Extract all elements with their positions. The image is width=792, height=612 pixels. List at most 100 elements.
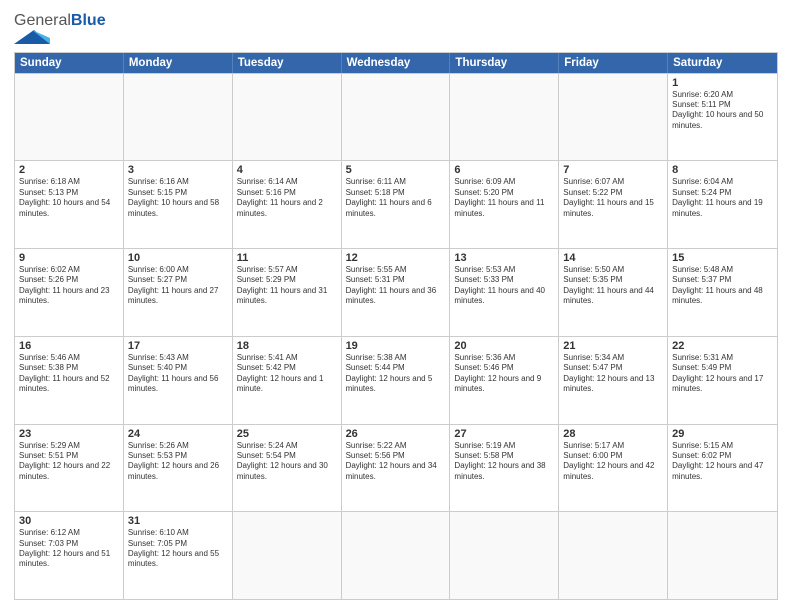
calendar-empty-cell (233, 512, 342, 599)
calendar-day-21: 21Sunrise: 5:34 AM Sunset: 5:47 PM Dayli… (559, 337, 668, 424)
day-info: Sunrise: 5:22 AM Sunset: 5:56 PM Dayligh… (346, 441, 446, 483)
calendar-week-6: 30Sunrise: 6:12 AM Sunset: 7:03 PM Dayli… (15, 511, 777, 599)
day-info: Sunrise: 5:46 AM Sunset: 5:38 PM Dayligh… (19, 353, 119, 395)
weekday-header-friday: Friday (559, 53, 668, 73)
day-info: Sunrise: 5:38 AM Sunset: 5:44 PM Dayligh… (346, 353, 446, 395)
calendar-day-10: 10Sunrise: 6:00 AM Sunset: 5:27 PM Dayli… (124, 249, 233, 336)
day-number: 24 (128, 428, 228, 440)
day-number: 18 (237, 340, 337, 352)
calendar-day-14: 14Sunrise: 5:50 AM Sunset: 5:35 PM Dayli… (559, 249, 668, 336)
calendar-day-12: 12Sunrise: 5:55 AM Sunset: 5:31 PM Dayli… (342, 249, 451, 336)
day-info: Sunrise: 6:10 AM Sunset: 7:05 PM Dayligh… (128, 528, 228, 570)
day-info: Sunrise: 6:12 AM Sunset: 7:03 PM Dayligh… (19, 528, 119, 570)
day-number: 19 (346, 340, 446, 352)
calendar-day-20: 20Sunrise: 5:36 AM Sunset: 5:46 PM Dayli… (450, 337, 559, 424)
day-info: Sunrise: 5:17 AM Sunset: 6:00 PM Dayligh… (563, 441, 663, 483)
calendar-week-5: 23Sunrise: 5:29 AM Sunset: 5:51 PM Dayli… (15, 424, 777, 512)
day-number: 25 (237, 428, 337, 440)
calendar-day-8: 8Sunrise: 6:04 AM Sunset: 5:24 PM Daylig… (668, 161, 777, 248)
calendar-day-7: 7Sunrise: 6:07 AM Sunset: 5:22 PM Daylig… (559, 161, 668, 248)
day-info: Sunrise: 5:34 AM Sunset: 5:47 PM Dayligh… (563, 353, 663, 395)
day-number: 4 (237, 164, 337, 176)
calendar-day-24: 24Sunrise: 5:26 AM Sunset: 5:53 PM Dayli… (124, 425, 233, 512)
weekday-header-thursday: Thursday (450, 53, 559, 73)
day-info: Sunrise: 5:41 AM Sunset: 5:42 PM Dayligh… (237, 353, 337, 395)
day-number: 12 (346, 252, 446, 264)
day-number: 9 (19, 252, 119, 264)
calendar-week-3: 9Sunrise: 6:02 AM Sunset: 5:26 PM Daylig… (15, 248, 777, 336)
calendar-day-25: 25Sunrise: 5:24 AM Sunset: 5:54 PM Dayli… (233, 425, 342, 512)
calendar-day-19: 19Sunrise: 5:38 AM Sunset: 5:44 PM Dayli… (342, 337, 451, 424)
day-info: Sunrise: 6:04 AM Sunset: 5:24 PM Dayligh… (672, 177, 773, 219)
calendar-day-23: 23Sunrise: 5:29 AM Sunset: 5:51 PM Dayli… (15, 425, 124, 512)
calendar-empty-cell (450, 512, 559, 599)
day-number: 23 (19, 428, 119, 440)
header: GeneralBlue (14, 12, 778, 44)
weekday-header-monday: Monday (124, 53, 233, 73)
calendar-day-18: 18Sunrise: 5:41 AM Sunset: 5:42 PM Dayli… (233, 337, 342, 424)
calendar-day-3: 3Sunrise: 6:16 AM Sunset: 5:15 PM Daylig… (124, 161, 233, 248)
calendar-day-30: 30Sunrise: 6:12 AM Sunset: 7:03 PM Dayli… (15, 512, 124, 599)
calendar-day-1: 1Sunrise: 6:20 AM Sunset: 5:11 PM Daylig… (668, 74, 777, 161)
calendar-empty-cell (233, 74, 342, 161)
calendar-day-28: 28Sunrise: 5:17 AM Sunset: 6:00 PM Dayli… (559, 425, 668, 512)
day-info: Sunrise: 5:29 AM Sunset: 5:51 PM Dayligh… (19, 441, 119, 483)
page: GeneralBlue SundayMondayTuesdayWednesday… (0, 0, 792, 612)
day-info: Sunrise: 6:09 AM Sunset: 5:20 PM Dayligh… (454, 177, 554, 219)
day-number: 22 (672, 340, 773, 352)
calendar-day-16: 16Sunrise: 5:46 AM Sunset: 5:38 PM Dayli… (15, 337, 124, 424)
calendar-day-9: 9Sunrise: 6:02 AM Sunset: 5:26 PM Daylig… (15, 249, 124, 336)
calendar-header: SundayMondayTuesdayWednesdayThursdayFrid… (15, 53, 777, 73)
calendar-day-15: 15Sunrise: 5:48 AM Sunset: 5:37 PM Dayli… (668, 249, 777, 336)
day-info: Sunrise: 6:07 AM Sunset: 5:22 PM Dayligh… (563, 177, 663, 219)
day-info: Sunrise: 6:20 AM Sunset: 5:11 PM Dayligh… (672, 90, 773, 132)
day-info: Sunrise: 5:48 AM Sunset: 5:37 PM Dayligh… (672, 265, 773, 307)
day-info: Sunrise: 6:00 AM Sunset: 5:27 PM Dayligh… (128, 265, 228, 307)
day-number: 16 (19, 340, 119, 352)
day-info: Sunrise: 5:19 AM Sunset: 5:58 PM Dayligh… (454, 441, 554, 483)
day-info: Sunrise: 5:53 AM Sunset: 5:33 PM Dayligh… (454, 265, 554, 307)
day-number: 31 (128, 515, 228, 527)
calendar-day-31: 31Sunrise: 6:10 AM Sunset: 7:05 PM Dayli… (124, 512, 233, 599)
calendar-day-26: 26Sunrise: 5:22 AM Sunset: 5:56 PM Dayli… (342, 425, 451, 512)
day-number: 30 (19, 515, 119, 527)
day-info: Sunrise: 6:11 AM Sunset: 5:18 PM Dayligh… (346, 177, 446, 219)
day-number: 29 (672, 428, 773, 440)
calendar-day-13: 13Sunrise: 5:53 AM Sunset: 5:33 PM Dayli… (450, 249, 559, 336)
day-number: 6 (454, 164, 554, 176)
logo-blue: Blue (71, 12, 106, 29)
day-number: 15 (672, 252, 773, 264)
day-info: Sunrise: 5:50 AM Sunset: 5:35 PM Dayligh… (563, 265, 663, 307)
calendar-empty-cell (342, 512, 451, 599)
day-number: 10 (128, 252, 228, 264)
day-info: Sunrise: 6:18 AM Sunset: 5:13 PM Dayligh… (19, 177, 119, 219)
calendar-day-11: 11Sunrise: 5:57 AM Sunset: 5:29 PM Dayli… (233, 249, 342, 336)
calendar: SundayMondayTuesdayWednesdayThursdayFrid… (14, 52, 778, 600)
calendar-empty-cell (15, 74, 124, 161)
day-info: Sunrise: 5:55 AM Sunset: 5:31 PM Dayligh… (346, 265, 446, 307)
day-number: 3 (128, 164, 228, 176)
day-info: Sunrise: 6:16 AM Sunset: 5:15 PM Dayligh… (128, 177, 228, 219)
calendar-day-5: 5Sunrise: 6:11 AM Sunset: 5:18 PM Daylig… (342, 161, 451, 248)
day-info: Sunrise: 5:26 AM Sunset: 5:53 PM Dayligh… (128, 441, 228, 483)
day-number: 1 (672, 77, 773, 89)
weekday-header-saturday: Saturday (668, 53, 777, 73)
calendar-day-6: 6Sunrise: 6:09 AM Sunset: 5:20 PM Daylig… (450, 161, 559, 248)
day-number: 28 (563, 428, 663, 440)
day-info: Sunrise: 6:02 AM Sunset: 5:26 PM Dayligh… (19, 265, 119, 307)
calendar-week-2: 2Sunrise: 6:18 AM Sunset: 5:13 PM Daylig… (15, 160, 777, 248)
day-number: 13 (454, 252, 554, 264)
calendar-day-29: 29Sunrise: 5:15 AM Sunset: 6:02 PM Dayli… (668, 425, 777, 512)
day-number: 26 (346, 428, 446, 440)
day-info: Sunrise: 5:57 AM Sunset: 5:29 PM Dayligh… (237, 265, 337, 307)
day-number: 5 (346, 164, 446, 176)
day-number: 20 (454, 340, 554, 352)
weekday-header-tuesday: Tuesday (233, 53, 342, 73)
logo: GeneralBlue (14, 12, 106, 44)
calendar-day-27: 27Sunrise: 5:19 AM Sunset: 5:58 PM Dayli… (450, 425, 559, 512)
calendar-week-1: 1Sunrise: 6:20 AM Sunset: 5:11 PM Daylig… (15, 73, 777, 161)
day-info: Sunrise: 5:36 AM Sunset: 5:46 PM Dayligh… (454, 353, 554, 395)
calendar-body: 1Sunrise: 6:20 AM Sunset: 5:11 PM Daylig… (15, 73, 777, 599)
calendar-empty-cell (559, 74, 668, 161)
day-number: 2 (19, 164, 119, 176)
